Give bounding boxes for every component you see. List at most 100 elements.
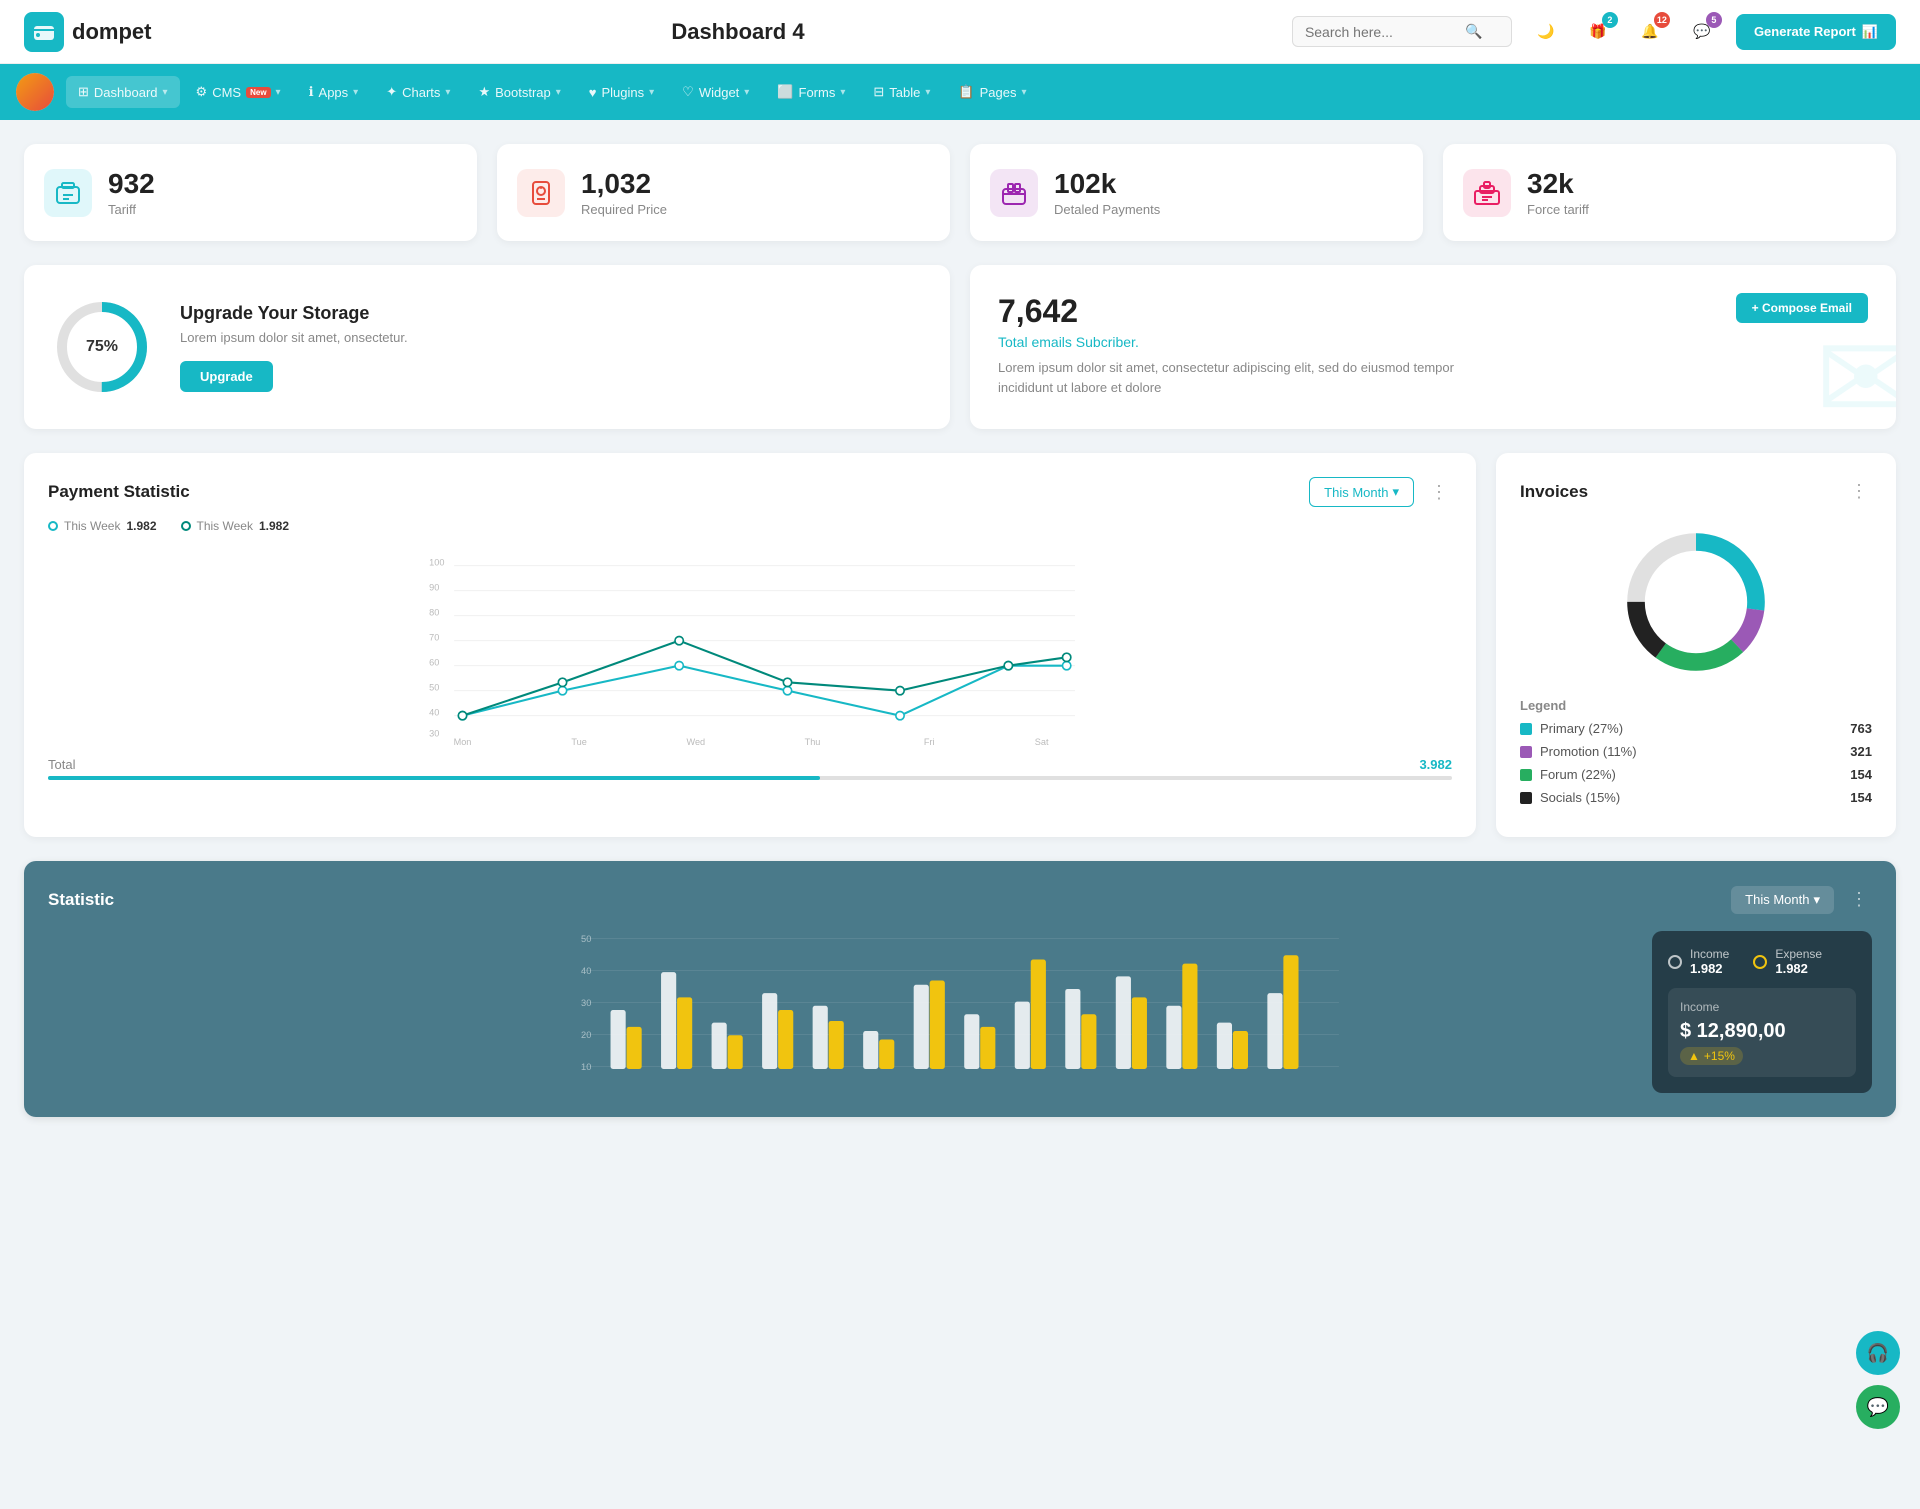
- legend-line-primary: Primary (27%) 763: [1520, 721, 1872, 736]
- nav-item-apps[interactable]: ℹ Apps ▾: [297, 76, 371, 108]
- search-input[interactable]: [1305, 24, 1465, 40]
- total-value: 3.982: [1419, 757, 1452, 772]
- main-content: 932 Tariff 1,032 Required Price: [0, 120, 1920, 1141]
- upgrade-button[interactable]: Upgrade: [180, 361, 273, 392]
- plugins-icon: ♥: [589, 85, 597, 100]
- dark-mode-toggle[interactable]: 🌙: [1528, 14, 1564, 50]
- table-icon: ⊟: [873, 84, 884, 100]
- expense-label: Expense: [1775, 947, 1822, 961]
- nav-label-pages: Pages: [980, 85, 1017, 100]
- chevron-down-icon: ▾: [744, 87, 749, 98]
- legend-left-promotion: Promotion (11%): [1520, 744, 1637, 759]
- nav-label-apps: Apps: [319, 85, 349, 100]
- invoices-title: Invoices: [1520, 482, 1588, 502]
- new-badge: New: [246, 87, 270, 98]
- nav-label-plugins: Plugins: [602, 85, 645, 100]
- legend-item-1: This Week 1.982: [48, 519, 157, 533]
- chevron-down-icon: ▾: [1021, 87, 1026, 98]
- apps-icon: ℹ: [309, 84, 314, 100]
- invoices-donut-chart: [1520, 522, 1872, 682]
- filter-label: This Month: [1324, 485, 1388, 500]
- user-avatar[interactable]: [16, 73, 54, 111]
- legend-left-socials: Socials (15%): [1520, 790, 1620, 805]
- invoices-more-button[interactable]: ⋮: [1846, 477, 1872, 506]
- svg-text:Thu: Thu: [805, 737, 821, 747]
- messages-button[interactable]: 💬 5: [1684, 14, 1720, 50]
- nav-item-charts[interactable]: ✦ Charts ▾: [374, 76, 462, 108]
- nav-item-table[interactable]: ⊟ Table ▾: [861, 76, 942, 108]
- statistic-filter-button[interactable]: This Month ▾: [1731, 886, 1834, 914]
- generate-report-button[interactable]: Generate Report 📊: [1736, 14, 1896, 50]
- detailed-payments-label: Detaled Payments: [1054, 202, 1160, 217]
- legend-text-primary: Primary (27%): [1540, 721, 1623, 736]
- payment-progress-fill: [48, 776, 820, 780]
- total-label: Total: [48, 757, 75, 772]
- chevron-down-icon: ▾: [649, 87, 654, 98]
- gift-button[interactable]: 🎁 2: [1580, 14, 1616, 50]
- force-tariff-label: Force tariff: [1527, 202, 1589, 217]
- legend-item-2: This Week 1.982: [181, 519, 290, 533]
- legend-left-primary: Primary (27%): [1520, 721, 1623, 736]
- legend-line-socials: Socials (15%) 154: [1520, 790, 1872, 805]
- legend-val-1: 1.982: [126, 519, 156, 533]
- gift-badge: 2: [1602, 12, 1618, 28]
- chevron-down-icon: ▾: [840, 87, 845, 98]
- income-legend-item: Income 1.982: [1668, 947, 1729, 976]
- income-amount: $ 12,890,00: [1680, 1020, 1844, 1043]
- income-label: Income: [1690, 947, 1729, 961]
- svg-text:Sat: Sat: [1035, 737, 1049, 747]
- statistic-header: Statistic This Month ▾ ⋮: [48, 885, 1872, 914]
- income-panel: Income 1.982 Expense 1.982 Income $: [1652, 931, 1872, 1093]
- expense-legend-dot: [1753, 955, 1767, 969]
- nav-item-widget[interactable]: ♡ Widget ▾: [670, 76, 761, 108]
- nav-item-plugins[interactable]: ♥ Plugins ▾: [577, 77, 666, 108]
- email-card: 7,642 Total emails Subcriber. Lorem ipsu…: [970, 265, 1896, 429]
- nav-item-bootstrap[interactable]: ★ Bootstrap ▾: [466, 76, 572, 108]
- search-box[interactable]: 🔍: [1292, 16, 1512, 47]
- svg-text:Fri: Fri: [924, 737, 935, 747]
- statistic-bar-chart: 50 40 30 20 10: [48, 930, 1872, 1093]
- legend-color-forum: [1520, 769, 1532, 781]
- legend-num-forum: 154: [1850, 767, 1872, 782]
- legend-num-primary: 763: [1850, 721, 1872, 736]
- moon-icon: 🌙: [1537, 23, 1554, 40]
- stat-card-info: 932 Tariff: [108, 168, 155, 217]
- payment-filter-button[interactable]: This Month ▾: [1309, 477, 1414, 507]
- force-tariff-value: 32k: [1527, 168, 1589, 200]
- stat-card-force-tariff: 32k Force tariff: [1443, 144, 1896, 241]
- email-subtitle: Total emails Subcriber.: [998, 334, 1621, 350]
- chevron-down-icon: ▾: [1813, 892, 1820, 908]
- logo: dompet: [24, 12, 184, 52]
- notifications-button[interactable]: 🔔 12: [1632, 14, 1668, 50]
- generate-report-label: Generate Report: [1754, 24, 1856, 39]
- stat-card-required-price: 1,032 Required Price: [497, 144, 950, 241]
- nav-label-widget: Widget: [699, 85, 739, 100]
- svg-text:100: 100: [429, 558, 444, 568]
- chevron-down-icon: ▾: [1392, 484, 1399, 500]
- nav-item-forms[interactable]: ⬜ Forms ▾: [765, 76, 857, 108]
- chat-fab[interactable]: 💬: [1856, 1385, 1900, 1429]
- payment-more-button[interactable]: ⋮: [1426, 478, 1452, 507]
- nav-item-cms[interactable]: ⚙ CMS New ▾: [184, 76, 293, 108]
- svg-text:70: 70: [429, 633, 439, 643]
- tariff-value: 932: [108, 168, 155, 200]
- chevron-down-icon: ▾: [353, 87, 358, 98]
- support-fab[interactable]: 🎧: [1856, 1331, 1900, 1375]
- statistic-more-button[interactable]: ⋮: [1846, 885, 1872, 914]
- legend-left-forum: Forum (22%): [1520, 767, 1616, 782]
- legend-dot-2: [181, 521, 191, 531]
- storage-description: Lorem ipsum dolor sit amet, onsectetur.: [180, 330, 408, 345]
- email-icon-decoration: ✉: [1815, 310, 1896, 429]
- pages-icon: 📋: [958, 84, 974, 100]
- nav-item-dashboard[interactable]: ⊞ Dashboard ▾: [66, 76, 180, 108]
- chevron-down-icon: ▾: [445, 87, 450, 98]
- svg-text:30: 30: [429, 729, 439, 739]
- header: dompet Dashboard 4 🔍 🌙 🎁 2 🔔 12 💬 5 Gene…: [0, 0, 1920, 64]
- payment-title: Payment Statistic: [48, 482, 190, 502]
- nav-label-forms: Forms: [799, 85, 836, 100]
- income-legends: Income 1.982 Expense 1.982: [1668, 947, 1856, 976]
- legend-text-forum: Forum (22%): [1540, 767, 1616, 782]
- stat-card-info: 32k Force tariff: [1527, 168, 1589, 217]
- invoices-header: Invoices ⋮: [1520, 477, 1872, 506]
- nav-item-pages[interactable]: 📋 Pages ▾: [946, 76, 1038, 108]
